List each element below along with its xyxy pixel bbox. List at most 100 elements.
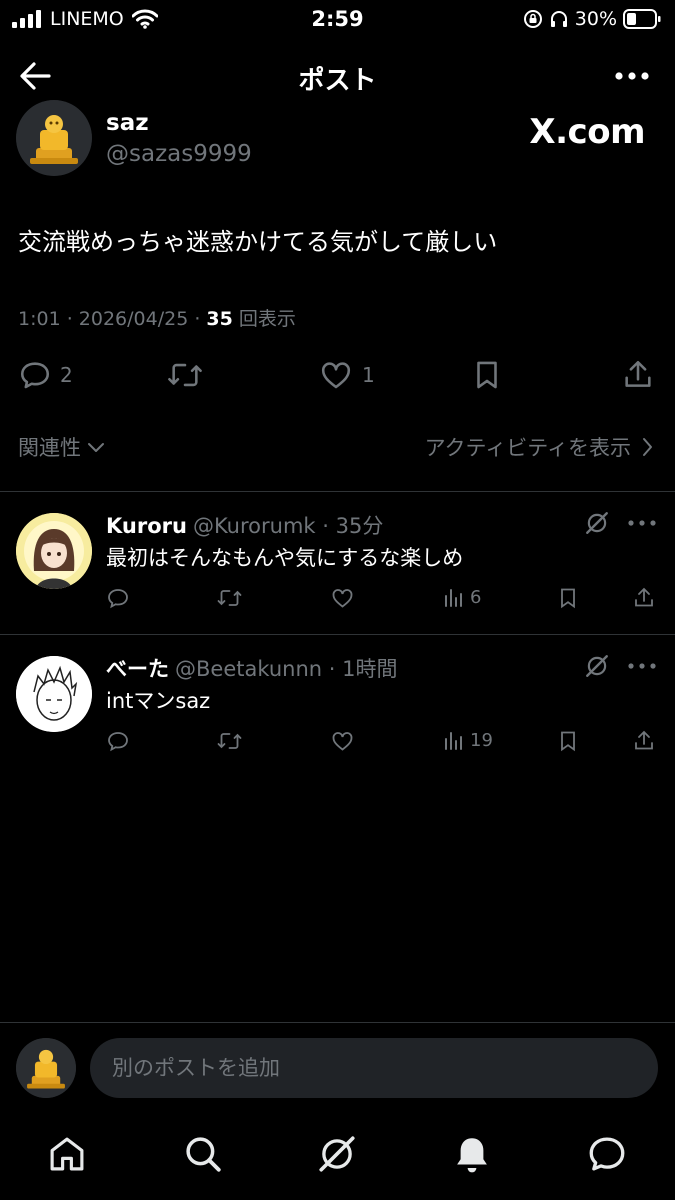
reply-icon bbox=[108, 732, 128, 752]
headphones-icon bbox=[550, 11, 567, 27]
more-icon bbox=[628, 520, 656, 526]
repost-icon bbox=[217, 733, 242, 749]
divider bbox=[0, 634, 675, 635]
battery-icon bbox=[623, 9, 661, 29]
tab-messages[interactable] bbox=[586, 1133, 628, 1175]
divider bbox=[0, 491, 675, 492]
share-icon bbox=[625, 360, 651, 387]
add-post-input[interactable] bbox=[90, 1038, 658, 1098]
bookmark-icon bbox=[561, 588, 575, 609]
view-activity-label: アクティビティを表示 bbox=[424, 436, 631, 460]
orientation-lock-icon bbox=[523, 10, 542, 28]
notifications-icon bbox=[457, 1138, 487, 1173]
share-icon bbox=[635, 587, 653, 607]
like-icon bbox=[332, 732, 353, 751]
reply-reply-button[interactable] bbox=[106, 729, 130, 753]
post-author-avatar[interactable] bbox=[16, 100, 92, 176]
reply-meta: @Kurorumk · 35分 bbox=[192, 514, 384, 538]
reply-author-name[interactable]: べーた bbox=[106, 657, 169, 681]
reply-views-count: 6 bbox=[470, 586, 482, 608]
sort-dropdown[interactable]: 関連性 bbox=[18, 432, 105, 462]
post-timestamp: 1:01 · 2026/04/25 · bbox=[18, 308, 207, 330]
reply-reply-button[interactable] bbox=[106, 586, 130, 610]
repost-icon bbox=[217, 590, 242, 606]
search-icon bbox=[186, 1137, 221, 1172]
share-icon bbox=[635, 730, 653, 750]
reply-bookmark-button[interactable] bbox=[556, 729, 580, 753]
page-title: ポスト bbox=[298, 66, 377, 96]
post-author-name[interactable]: saz bbox=[106, 110, 149, 136]
post-views-count[interactable]: 35 bbox=[206, 308, 232, 330]
reply-share-button[interactable] bbox=[632, 586, 656, 610]
view-activity-link[interactable]: アクティビティを表示 bbox=[425, 432, 653, 462]
grok-icon bbox=[586, 512, 608, 534]
more-icon bbox=[615, 72, 649, 80]
post-metadata: 1:01 · 2026/04/25 · 35 回表示 bbox=[18, 304, 296, 331]
reply-header: べーた @Beetakunnn · 1時間 bbox=[106, 653, 398, 683]
x-watermark: X.com bbox=[529, 112, 645, 152]
my-avatar[interactable] bbox=[16, 1038, 76, 1098]
reply-count: 2 bbox=[60, 363, 73, 387]
reply-repost-button[interactable] bbox=[216, 586, 243, 610]
reply-meta: @Beetakunnn · 1時間 bbox=[175, 657, 398, 681]
reply-icon bbox=[20, 362, 50, 389]
reply-action-bar: 6 bbox=[106, 586, 658, 612]
golden-figure-avatar-image bbox=[16, 1038, 76, 1098]
reply-more-button[interactable] bbox=[628, 520, 656, 526]
chevron-right-icon bbox=[643, 438, 652, 456]
reply-like-button[interactable] bbox=[330, 729, 355, 753]
reply-views-button[interactable]: 19 bbox=[442, 729, 493, 751]
repost-button[interactable] bbox=[166, 358, 212, 392]
reply-views-button[interactable]: 6 bbox=[442, 586, 481, 608]
reply-views-count: 19 bbox=[470, 729, 493, 751]
battery-percent: 30% bbox=[574, 8, 617, 30]
post-action-bar: 2 1 bbox=[18, 358, 658, 394]
tab-grok[interactable] bbox=[316, 1133, 358, 1175]
reply-item[interactable]: Kuroru @Kurorumk · 35分 最初はそんなもんや気にするな楽しめ … bbox=[0, 510, 675, 620]
sort-label: 関連性 bbox=[18, 436, 81, 460]
post-text: 交流戦めっちゃ迷惑かけてる気がして厳しい bbox=[18, 228, 498, 256]
reply-sort-row: 関連性 アクティビティを表示 bbox=[18, 432, 653, 464]
reply-author-name[interactable]: Kuroru bbox=[106, 514, 187, 538]
like-icon bbox=[332, 589, 353, 608]
reply-avatar[interactable] bbox=[16, 513, 92, 589]
like-icon bbox=[321, 362, 351, 389]
more-icon bbox=[628, 663, 656, 669]
post-author-handle[interactable]: @sazas9999 bbox=[106, 141, 252, 167]
anime-girl-avatar-image bbox=[16, 513, 92, 589]
messages-icon bbox=[589, 1137, 625, 1171]
like-count: 1 bbox=[362, 363, 375, 387]
reply-share-button[interactable] bbox=[632, 729, 656, 753]
tab-notifications[interactable] bbox=[451, 1133, 493, 1175]
grok-button[interactable] bbox=[584, 653, 610, 679]
post-views-label: 回表示 bbox=[238, 308, 296, 330]
divider bbox=[0, 1022, 675, 1023]
views-icon bbox=[445, 589, 462, 607]
reply-item[interactable]: べーた @Beetakunnn · 1時間 intマンsaz 19 bbox=[0, 653, 675, 763]
reply-bookmark-button[interactable] bbox=[556, 586, 580, 610]
reply-like-button[interactable] bbox=[330, 586, 355, 610]
top-header: ポスト bbox=[0, 48, 675, 104]
status-bar: LINEMO 2:59 30% bbox=[0, 0, 675, 38]
status-right: 30% bbox=[523, 8, 661, 30]
bookmark-icon bbox=[561, 731, 575, 752]
reply-button[interactable]: 2 bbox=[18, 358, 73, 392]
reply-avatar[interactable] bbox=[16, 656, 92, 732]
reply-more-button[interactable] bbox=[628, 663, 656, 669]
chevron-down-icon bbox=[88, 443, 104, 452]
reply-text: intマンsaz bbox=[106, 689, 211, 713]
like-button[interactable]: 1 bbox=[318, 358, 375, 392]
more-options-button[interactable] bbox=[615, 72, 649, 80]
grok-icon bbox=[586, 655, 608, 677]
share-button[interactable] bbox=[620, 358, 656, 392]
sketch-boy-avatar-image bbox=[16, 656, 92, 732]
reply-repost-button[interactable] bbox=[216, 729, 243, 753]
grok-button[interactable] bbox=[584, 510, 610, 536]
bottom-tab-bar bbox=[0, 1125, 675, 1185]
bookmark-icon bbox=[477, 361, 497, 389]
golden-figure-avatar-image bbox=[16, 100, 92, 176]
tab-home[interactable] bbox=[46, 1133, 88, 1175]
bookmark-button[interactable] bbox=[470, 358, 504, 392]
reply-icon bbox=[108, 589, 128, 609]
tab-search[interactable] bbox=[182, 1133, 224, 1175]
